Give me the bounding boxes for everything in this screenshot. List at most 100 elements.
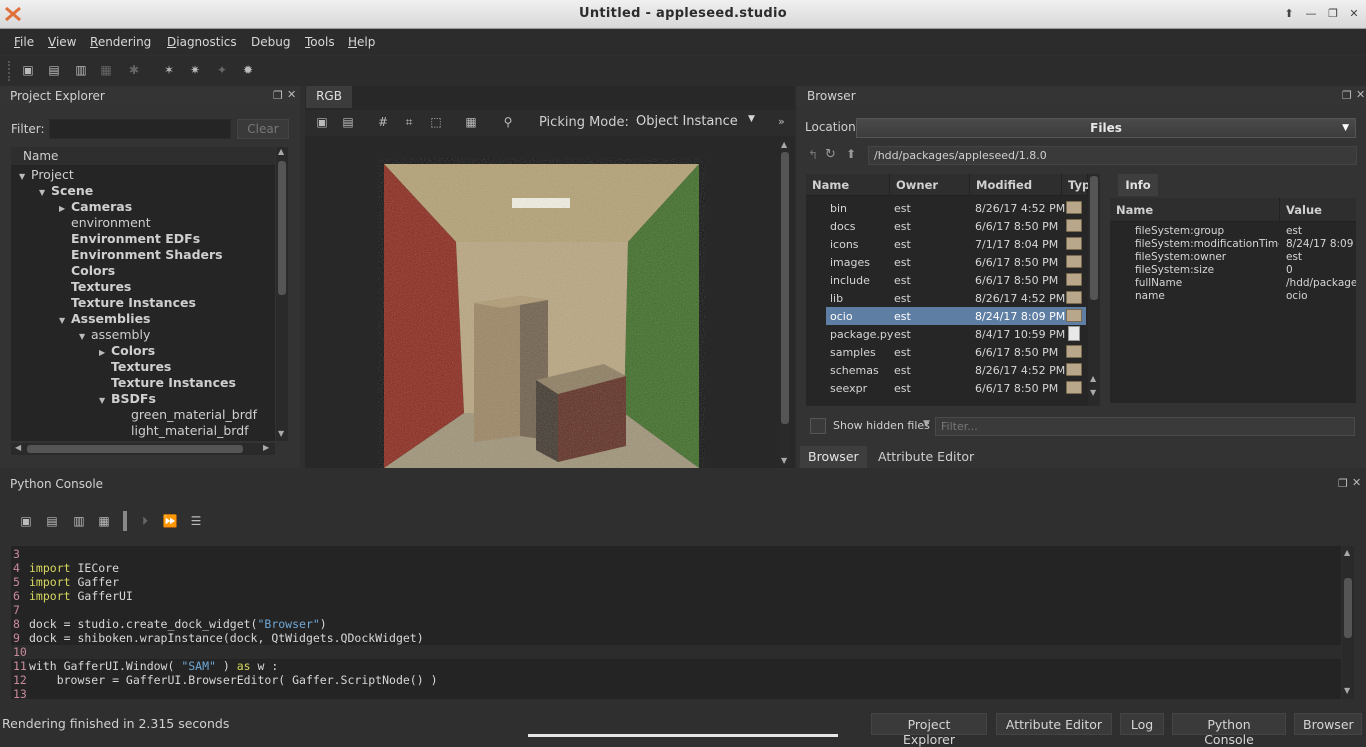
render-interactive-icon[interactable]: ✷ bbox=[187, 62, 203, 78]
save-as-icon[interactable]: ▦ bbox=[98, 62, 114, 78]
render-settings-icon[interactable]: ✹ bbox=[240, 62, 256, 78]
execute-all-icon[interactable]: ⏩ bbox=[162, 513, 178, 529]
file-row[interactable]: samples est 6/6/17 8:50 PM bbox=[826, 343, 1086, 361]
new-script-icon[interactable]: ▣ bbox=[18, 513, 34, 529]
more-icon[interactable]: » bbox=[778, 115, 785, 128]
minimize-button[interactable]: — bbox=[1302, 6, 1320, 22]
back-icon[interactable]: ↰ bbox=[808, 148, 818, 162]
tree-item[interactable]: ▶ Colors bbox=[99, 343, 155, 359]
tree-vertical-scrollbar[interactable]: ▲ ▼ bbox=[276, 147, 288, 441]
file-row[interactable]: seexpr est 6/6/17 8:50 PM bbox=[826, 379, 1086, 397]
float-icon[interactable]: ❐ bbox=[1338, 477, 1348, 490]
tree-item[interactable]: ▼ assembly bbox=[79, 327, 150, 343]
save-script-as-icon[interactable]: ▦ bbox=[96, 513, 112, 529]
pixel-inspector-icon[interactable]: ⚲ bbox=[500, 114, 516, 130]
new-project-icon[interactable]: ▣ bbox=[20, 62, 36, 78]
up-directory-icon[interactable]: ⬆ bbox=[846, 147, 856, 161]
filter-input[interactable] bbox=[49, 119, 231, 139]
browser-filter-input[interactable]: Filter... bbox=[935, 417, 1355, 436]
path-field[interactable]: /hdd/packages/appleseed/1.8.0 bbox=[868, 146, 1357, 165]
menu-view[interactable]: View bbox=[48, 35, 76, 49]
expanded-arrow-icon[interactable]: ▼ bbox=[39, 188, 51, 197]
tree-item[interactable]: Environment Shaders bbox=[59, 247, 223, 263]
file-table-scrollbar[interactable]: ▲ ▼ bbox=[1088, 174, 1100, 406]
expanded-arrow-icon[interactable]: ▼ bbox=[99, 396, 111, 405]
tree-item[interactable]: Environment EDFs bbox=[59, 231, 200, 247]
menu-tools[interactable]: Tools bbox=[305, 35, 335, 49]
execute-selection-icon[interactable]: ⏵ bbox=[137, 513, 153, 529]
column-owner[interactable]: Owner bbox=[890, 174, 970, 196]
info-column-value[interactable]: Value bbox=[1280, 198, 1356, 222]
status-log-button[interactable]: Log bbox=[1120, 713, 1164, 735]
file-row[interactable]: images est 6/6/17 8:50 PM bbox=[826, 253, 1086, 271]
status-project-explorer-button[interactable]: Project Explorer bbox=[871, 713, 987, 747]
file-row[interactable]: package.py est 8/4/17 10:59 PM bbox=[826, 325, 1086, 343]
file-row[interactable]: ocio est 8/24/17 8:09 PM bbox=[826, 307, 1086, 325]
save-all-aovs-icon[interactable]: ▤ bbox=[340, 114, 356, 130]
tab-info[interactable]: Info bbox=[1118, 174, 1158, 196]
open-script-icon[interactable]: ▤ bbox=[44, 513, 60, 529]
code-scrollbar[interactable]: ▲ ▼ bbox=[1342, 546, 1354, 699]
tree-item[interactable]: Textures bbox=[99, 359, 171, 375]
tree-item[interactable]: Texture Instances bbox=[59, 295, 196, 311]
save-script-icon[interactable]: ▥ bbox=[71, 513, 87, 529]
tab-attribute-editor[interactable]: Attribute Editor bbox=[870, 446, 982, 468]
tree-item[interactable]: Textures bbox=[59, 279, 131, 295]
status-attribute-editor-button[interactable]: Attribute Editor bbox=[996, 713, 1112, 735]
column-type[interactable]: Typ bbox=[1062, 174, 1090, 196]
reset-zoom-icon[interactable]: ⬚ bbox=[428, 114, 444, 130]
code-editor[interactable]: 3 4 import IECore 5 import Gaffer 6 import Gaf… bbox=[11, 546, 1341, 699]
close-icon[interactable]: ✕ bbox=[1352, 476, 1361, 489]
refresh-icon[interactable]: ↻ bbox=[825, 147, 836, 162]
tab-browser[interactable]: Browser bbox=[800, 446, 867, 468]
render-start-icon[interactable]: ✶ bbox=[161, 62, 177, 78]
filter-mode-icon[interactable]: ▼ bbox=[923, 419, 930, 429]
close-icon[interactable]: ✕ bbox=[1356, 88, 1365, 101]
tree-item[interactable]: ▶ Cameras bbox=[59, 199, 132, 215]
expanded-arrow-icon[interactable]: ▼ bbox=[59, 316, 71, 325]
window-up-icon[interactable]: ⬆ bbox=[1280, 6, 1298, 22]
close-button[interactable]: ✕ bbox=[1345, 6, 1363, 22]
clear-crop-icon[interactable]: ⌗ bbox=[401, 114, 417, 130]
status-browser-button[interactable]: Browser bbox=[1294, 713, 1362, 735]
file-row[interactable]: icons est 7/1/17 8:04 PM bbox=[826, 235, 1086, 253]
maximize-button[interactable]: ❐ bbox=[1324, 6, 1342, 22]
file-row[interactable]: bin est 8/26/17 4:52 PM bbox=[826, 199, 1086, 217]
clear-button[interactable]: Clear bbox=[237, 119, 289, 139]
save-frame-icon[interactable]: ▣ bbox=[314, 114, 330, 130]
float-icon[interactable]: ❐ bbox=[1342, 89, 1352, 102]
crop-icon[interactable]: # bbox=[375, 114, 391, 130]
tab-rgb[interactable]: RGB bbox=[306, 86, 352, 108]
tree-item[interactable]: ▼ Assemblies bbox=[59, 311, 151, 327]
file-row[interactable]: docs est 6/6/17 8:50 PM bbox=[826, 217, 1086, 235]
expanded-arrow-icon[interactable]: ▼ bbox=[79, 332, 91, 341]
menu-diagnostics[interactable]: Diagnostics bbox=[167, 35, 237, 49]
collapsed-arrow-icon[interactable]: ▶ bbox=[99, 348, 111, 357]
menu-debug[interactable]: Debug bbox=[251, 35, 290, 49]
menu-help[interactable]: Help bbox=[348, 35, 375, 49]
collapsed-arrow-icon[interactable]: ▶ bbox=[59, 204, 71, 213]
tree-item[interactable]: ▼ Scene bbox=[39, 183, 93, 199]
file-row[interactable]: schemas est 8/26/17 4:52 PM bbox=[826, 361, 1086, 379]
tree-item[interactable]: ▼ BSDFs bbox=[99, 391, 156, 407]
open-project-icon[interactable]: ▤ bbox=[46, 62, 62, 78]
render-stop-icon[interactable]: ✦ bbox=[214, 62, 230, 78]
clear-frame-icon[interactable]: ▦ bbox=[463, 114, 479, 130]
show-hidden-checkbox[interactable] bbox=[810, 418, 826, 434]
tree-item[interactable]: Texture Instances bbox=[99, 375, 236, 391]
picking-mode-select[interactable]: Object Instance ▼ bbox=[630, 111, 762, 133]
file-row[interactable]: include est 6/6/17 8:50 PM bbox=[826, 271, 1086, 289]
save-project-icon[interactable]: ▥ bbox=[73, 62, 89, 78]
column-modified[interactable]: Modified bbox=[970, 174, 1062, 196]
tree-item[interactable]: light_material_brdf bbox=[119, 423, 249, 439]
reload-icon[interactable]: ✱ bbox=[126, 62, 142, 78]
tree-item[interactable]: Colors bbox=[59, 263, 115, 279]
menu-rendering[interactable]: Rendering bbox=[90, 35, 151, 49]
clear-console-icon[interactable]: ☰ bbox=[188, 513, 204, 529]
menu-file[interactable]: File bbox=[14, 35, 34, 49]
expanded-arrow-icon[interactable]: ▼ bbox=[19, 172, 31, 181]
tree-item[interactable]: ▼ Project bbox=[19, 167, 74, 183]
viewport-vertical-scrollbar[interactable]: ▲ ▼ bbox=[780, 140, 790, 466]
file-row[interactable]: lib est 8/26/17 4:52 PM bbox=[826, 289, 1086, 307]
float-icon[interactable]: ❐ bbox=[273, 89, 283, 102]
